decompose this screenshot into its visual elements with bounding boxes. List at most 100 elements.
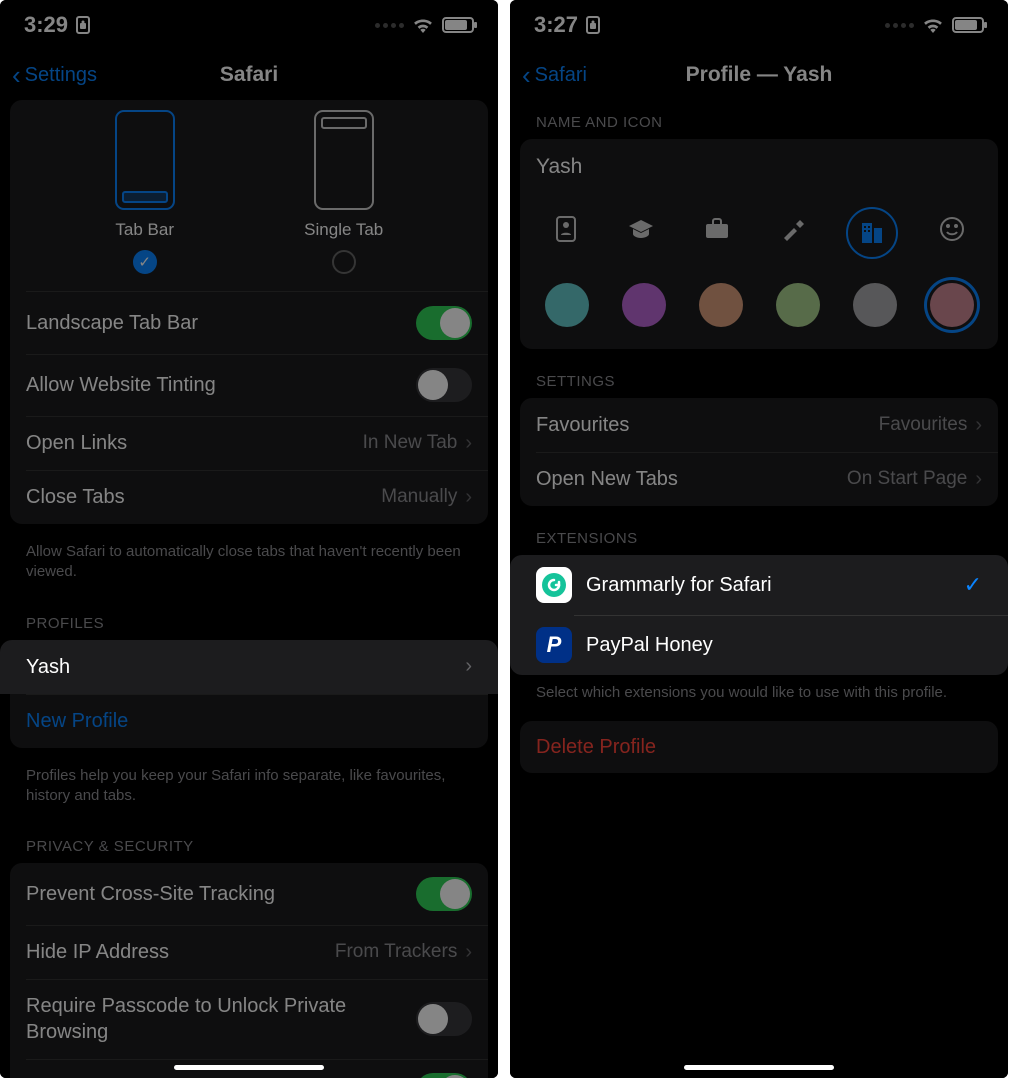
profile-name-input[interactable]: Yash [520, 139, 998, 195]
hide-ip-label: Hide IP Address [26, 939, 335, 965]
open-links-label: Open Links [26, 430, 363, 456]
close-tabs-footer: Allow Safari to automatically close tabs… [10, 534, 488, 601]
grammarly-icon [536, 567, 572, 603]
privacy-header: PRIVACY & SECURITY [10, 824, 488, 863]
landscape-toggle[interactable] [416, 306, 472, 340]
back-button[interactable]: ‹ Safari [522, 62, 587, 88]
cellular-dots-icon [885, 23, 914, 28]
paypal-icon: P [536, 627, 572, 663]
back-label: Safari [535, 64, 587, 87]
chevron-right-icon: › [975, 414, 982, 437]
color-pink[interactable] [930, 283, 974, 327]
single-tab-label: Single Tab [304, 220, 383, 240]
battery-icon [442, 17, 474, 33]
color-purple[interactable] [622, 283, 666, 327]
open-new-tabs-label: Open New Tabs [536, 466, 847, 492]
battery-icon [952, 17, 984, 33]
extensions-header: EXTENSIONS [520, 516, 998, 555]
tab-layout-selector[interactable]: Tab Bar ✓ Single Tab [10, 100, 488, 292]
hide-ip-value: From Trackers [335, 941, 457, 963]
close-tabs-row[interactable]: Close Tabs Manually › [10, 470, 488, 524]
home-indicator[interactable] [174, 1065, 324, 1070]
status-time: 3:27 [534, 12, 578, 38]
chevron-right-icon: › [465, 941, 472, 964]
color-peach[interactable] [699, 283, 743, 327]
favourites-row[interactable]: Favourites Favourites › [520, 398, 998, 452]
cross-site-label: Prevent Cross-Site Tracking [26, 881, 416, 907]
briefcase-icon[interactable] [695, 207, 739, 251]
chevron-right-icon: › [465, 486, 472, 509]
extensions-group: Grammarly for Safari ✓ P PayPal Honey [510, 555, 1008, 675]
close-tabs-value: Manually [381, 486, 457, 508]
tab-bar-option[interactable]: Tab Bar ✓ [115, 110, 175, 274]
favourites-label: Favourites [536, 412, 879, 438]
profile-yash-row[interactable]: Yash › [0, 640, 498, 694]
checkmark-icon: ✓ [964, 572, 982, 598]
left-screenshot: 3:29 ‹ Settings Safari [0, 0, 498, 1078]
wifi-icon [922, 17, 944, 33]
cross-site-row: Prevent Cross-Site Tracking [10, 863, 488, 925]
open-new-tabs-row[interactable]: Open New Tabs On Start Page › [520, 452, 998, 506]
chevron-right-icon: › [975, 468, 982, 491]
back-button[interactable]: ‹ Settings [12, 62, 97, 88]
color-teal[interactable] [545, 283, 589, 327]
extension-name: PayPal Honey [586, 634, 713, 657]
cellular-dots-icon [375, 23, 404, 28]
single-tab-preview-icon [314, 110, 374, 210]
color-picker [520, 275, 998, 349]
tinting-toggle[interactable] [416, 368, 472, 402]
right-screenshot: 3:27 ‹ Safari Profile — Yash NAME AND IC… [510, 0, 1008, 1078]
close-tabs-label: Close Tabs [26, 484, 381, 510]
delete-label: Delete Profile [536, 736, 656, 759]
passcode-toggle[interactable] [416, 1002, 472, 1036]
tabs-settings-group: Tab Bar ✓ Single Tab Landscape Tab Bar A… [10, 100, 488, 524]
delete-profile-button[interactable]: Delete Profile [520, 721, 998, 773]
tab-bar-label: Tab Bar [115, 220, 174, 240]
website-tinting-row: Allow Website Tinting [10, 354, 488, 416]
extension-paypal-honey-row[interactable]: P PayPal Honey [510, 615, 1008, 675]
extension-grammarly-row[interactable]: Grammarly for Safari ✓ [510, 555, 1008, 615]
hammer-icon[interactable] [771, 207, 815, 251]
profile-name: Yash [26, 654, 465, 680]
badge-icon[interactable] [544, 207, 588, 251]
new-profile-row[interactable]: New Profile [10, 694, 488, 748]
single-tab-option[interactable]: Single Tab [304, 110, 383, 274]
name-icon-group: Yash [520, 139, 998, 349]
fraud-toggle[interactable] [416, 1073, 472, 1078]
settings-header: SETTINGS [520, 359, 998, 398]
building-icon[interactable] [846, 207, 898, 259]
hide-ip-row[interactable]: Hide IP Address From Trackers › [10, 925, 488, 979]
radio-empty-icon [332, 250, 356, 274]
status-bar: 3:27 [510, 0, 1008, 50]
tab-bar-preview-icon [115, 110, 175, 210]
nav-bar: ‹ Safari Profile — Yash [510, 50, 1008, 100]
wifi-icon [412, 17, 434, 33]
landscape-tab-bar-row: Landscape Tab Bar [10, 292, 488, 354]
color-gray[interactable] [853, 283, 897, 327]
passcode-row: Require Passcode to Unlock Private Brows… [10, 979, 488, 1059]
favourites-value: Favourites [879, 414, 968, 436]
profiles-footer: Profiles help you keep your Safari info … [10, 758, 488, 825]
extension-name: Grammarly for Safari [586, 574, 772, 597]
graduation-icon[interactable] [619, 207, 663, 251]
status-bar: 3:29 [0, 0, 498, 50]
name-icon-header: NAME AND ICON [520, 100, 998, 139]
privacy-group: Prevent Cross-Site Tracking Hide IP Addr… [10, 863, 488, 1078]
profiles-header: PROFILES [10, 601, 488, 640]
nav-bar: ‹ Settings Safari [0, 50, 498, 100]
cross-site-toggle[interactable] [416, 877, 472, 911]
chevron-left-icon: ‹ [12, 62, 21, 88]
home-indicator[interactable] [684, 1065, 834, 1070]
open-links-row[interactable]: Open Links In New Tab › [10, 416, 488, 470]
chevron-right-icon: › [465, 432, 472, 455]
open-new-tabs-value: On Start Page [847, 468, 967, 490]
delete-group: Delete Profile [520, 721, 998, 773]
new-profile-label: New Profile [26, 708, 472, 734]
extensions-footer: Select which extensions you would like t… [520, 675, 998, 721]
chevron-left-icon: ‹ [522, 62, 531, 88]
smiley-icon[interactable] [930, 207, 974, 251]
checkmark-icon: ✓ [133, 250, 157, 274]
passcode-label: Require Passcode to Unlock Private Brows… [26, 993, 416, 1045]
color-green[interactable] [776, 283, 820, 327]
icon-picker [520, 195, 998, 275]
